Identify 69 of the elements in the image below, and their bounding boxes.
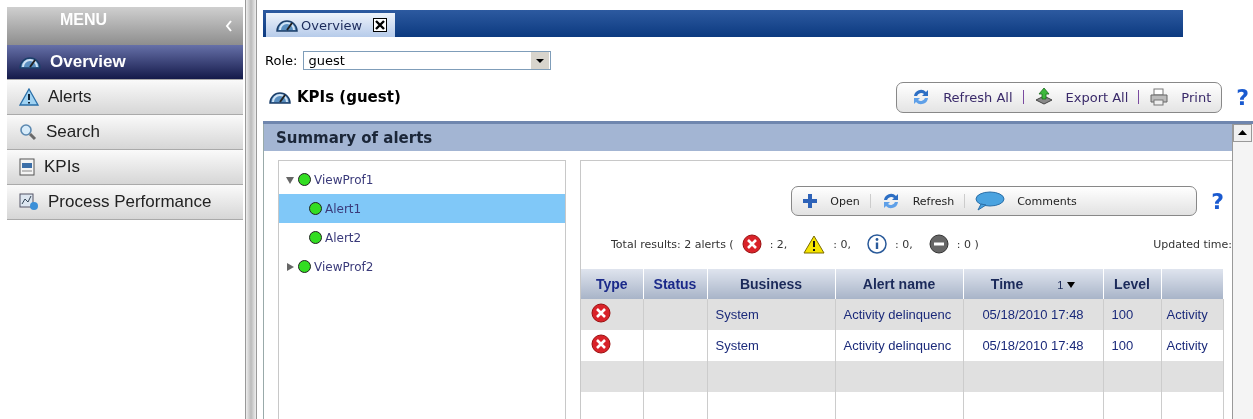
tab[interactable]: Overview [266, 13, 396, 37]
plus-icon [802, 193, 819, 209]
printer-icon [1149, 88, 1170, 106]
menu-item[interactable]: Process Performance [7, 185, 243, 220]
speech-bubble-icon [975, 191, 1006, 211]
warning-icon [19, 88, 39, 106]
minus-circle-icon [928, 234, 949, 254]
menu-item[interactable]: KPIs [7, 150, 243, 185]
toolbar-button[interactable]: Print [1143, 88, 1218, 106]
toolbar-button[interactable]: Refresh All [905, 87, 1019, 107]
column-header[interactable]: Type [581, 269, 643, 299]
scroll-up-icon[interactable] [1233, 124, 1252, 142]
gauge-icon [19, 55, 41, 69]
scroll-bar[interactable] [1232, 124, 1253, 419]
tree-item[interactable]: Alert1 [279, 194, 565, 223]
column-header[interactable]: Status [643, 269, 707, 299]
collapsed-triangle-icon[interactable] [285, 261, 295, 272]
tree-item[interactable]: Alert2 [279, 223, 565, 252]
action-button[interactable]: Open [796, 193, 866, 209]
error-icon [591, 334, 611, 354]
page-title: KPIs (guest) [297, 88, 401, 106]
results-label: Total results: 2 alerts ( [611, 237, 734, 251]
role-label: Role: [265, 53, 298, 68]
count-text: : 0, [833, 237, 852, 251]
info-icon [867, 234, 888, 254]
search-icon [19, 123, 37, 141]
column-header[interactable]: Alert name [835, 269, 963, 299]
gauge-icon [276, 18, 298, 32]
help-icon[interactable]: ? [1211, 188, 1224, 214]
error-icon [741, 234, 762, 254]
tree-label: Alert2 [325, 230, 362, 245]
panel-title: Summary of alerts [276, 128, 433, 147]
export-icon [1033, 87, 1054, 107]
menu-title: MENU [60, 11, 108, 29]
expanded-triangle-icon[interactable] [285, 174, 295, 185]
role-dropdown[interactable]: guest [303, 51, 552, 70]
action-button[interactable]: Refresh [874, 191, 961, 211]
toolbar-button[interactable]: Export All [1027, 87, 1135, 107]
tree-item[interactable]: ViewProf2 [279, 252, 565, 281]
count-text: : 2, [769, 237, 788, 251]
menu-item[interactable]: Overview [7, 45, 243, 80]
help-icon[interactable]: ? [1236, 84, 1249, 110]
close-icon[interactable] [373, 18, 388, 32]
column-header[interactable]: Time 1 [963, 269, 1103, 299]
updated-time-label: Updated time: [1153, 237, 1232, 251]
table-cell: System [707, 299, 835, 330]
column-header[interactable]: Level [1103, 269, 1161, 299]
gauge-icon [269, 90, 291, 104]
error-icon [591, 303, 611, 323]
splitter-handle[interactable] [245, 0, 257, 419]
tree-label: Alert1 [325, 201, 362, 216]
sort-order: 1 [1057, 279, 1064, 291]
action-button[interactable]: Comments [969, 191, 1083, 211]
table-cell: Activity delinquenc [835, 299, 963, 330]
process-chart-icon [19, 193, 39, 211]
tree-label: ViewProf2 [314, 259, 374, 274]
tree-item[interactable]: ViewProf1 [279, 165, 565, 194]
sort-down-icon [1067, 281, 1076, 289]
warning-icon [803, 234, 826, 254]
table-cell: Activity [1161, 299, 1223, 330]
chart-document-icon [19, 158, 35, 176]
menu-item[interactable]: Alerts [7, 80, 243, 115]
menu-item[interactable]: Search [7, 115, 243, 150]
count-text: : 0 ) [956, 237, 979, 251]
table-cell: 05/18/2010 17:48 [963, 299, 1103, 330]
column-header[interactable]: Business [707, 269, 835, 299]
tree-label: ViewProf1 [314, 172, 374, 187]
table-cell: 100 [1103, 299, 1161, 330]
count-text: : 0, [895, 237, 913, 251]
